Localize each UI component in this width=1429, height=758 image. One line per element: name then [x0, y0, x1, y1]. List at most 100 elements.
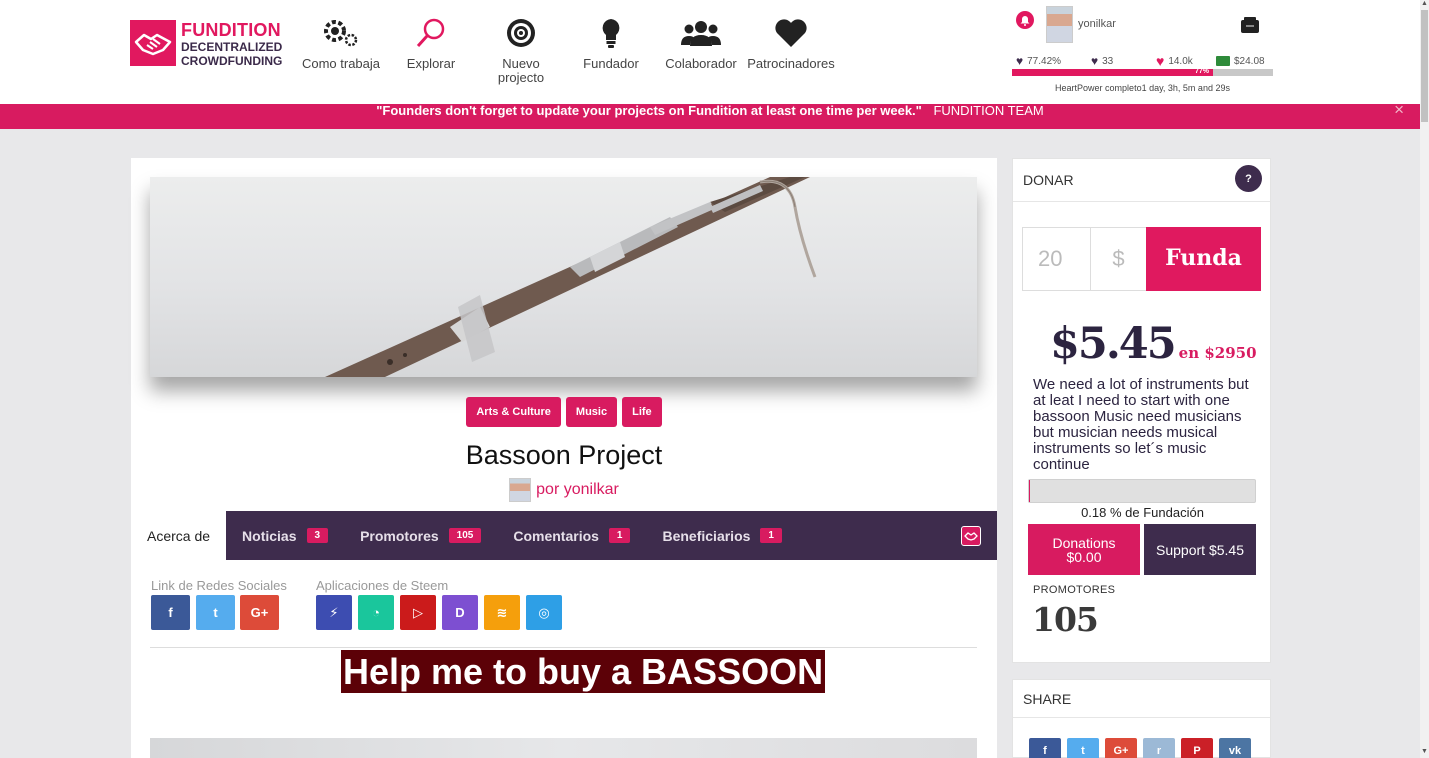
tab-label: Acerca de: [147, 527, 211, 544]
donations-amount: $0.00: [1066, 548, 1102, 565]
tab-label: Beneficiarios: [662, 527, 751, 544]
dtube-icon: ▷: [413, 604, 423, 620]
raised-value: $5.45: [1050, 319, 1177, 369]
share-facebook-button[interactable]: f: [1029, 738, 1061, 758]
scroll-down-arrow-icon[interactable]: ▼: [1420, 748, 1429, 758]
dlive-icon: D: [455, 605, 465, 620]
user-name[interactable]: yonilkar: [1078, 18, 1116, 30]
stat-value: 33: [1102, 55, 1114, 67]
nav-label: Como trabaja: [301, 56, 381, 71]
project-card: Arts & Culture Music Life Bassoon Projec…: [131, 158, 997, 758]
dtube-button[interactable]: ▷: [400, 595, 436, 630]
tag-music[interactable]: Music: [565, 397, 618, 427]
utopian-icon: ◎: [538, 604, 550, 620]
close-icon[interactable]: ×: [1394, 101, 1404, 118]
stat-hearts: ♥ 14.0k: [1156, 53, 1216, 69]
google-plus-button[interactable]: G+: [240, 595, 279, 630]
project-headline: Help me to buy a BASSOON: [341, 650, 826, 693]
scroll-up-arrow-icon[interactable]: ▲: [1420, 0, 1429, 10]
tag-arts-culture[interactable]: Arts & Culture: [466, 397, 561, 427]
tab-comentarios[interactable]: Comentarios 1: [497, 511, 646, 560]
busy-button[interactable]: ◔: [358, 595, 394, 630]
fundition-logo[interactable]: FUNDITION DECENTRALIZED CROWDFUNDING: [130, 20, 282, 68]
gears-icon: [298, 16, 384, 50]
user-panel: yonilkar ♥ 77.42% ♥ 33 ♥ 14.0k $24.08 77…: [1012, 6, 1277, 98]
author-name[interactable]: por yonilkar: [536, 481, 619, 499]
share-pinterest-button[interactable]: P: [1181, 738, 1213, 758]
tab-label: Noticias: [242, 527, 297, 544]
share-vk-button[interactable]: vk: [1219, 738, 1251, 758]
project-author[interactable]: por yonilkar: [131, 478, 997, 502]
wallet-icon[interactable]: [1240, 16, 1260, 39]
tab-count: 1: [760, 528, 782, 543]
steemit-button[interactable]: ⚡: [316, 595, 352, 630]
tab-beneficiarios[interactable]: Beneficiarios 1: [646, 511, 798, 560]
share-header: SHARE: [1013, 680, 1270, 718]
stat-followers: ♥ 33: [1091, 53, 1156, 69]
vk-icon: vk: [1228, 744, 1242, 757]
heartpower-bar: 77%: [1012, 68, 1273, 76]
support-button[interactable]: Support $5.45: [1144, 524, 1256, 575]
currency-selector[interactable]: $: [1091, 227, 1147, 291]
nav-label: Nuevo projecto: [497, 56, 545, 85]
tag-life[interactable]: Life: [622, 397, 662, 427]
nav-fundador[interactable]: Fundador: [578, 16, 644, 96]
nav-nuevo-projecto[interactable]: Nuevo projecto: [487, 16, 555, 96]
utopian-button[interactable]: ◎: [526, 595, 562, 630]
share-twitter-button[interactable]: t: [1067, 738, 1099, 758]
google-plus-icon: G+: [1113, 744, 1129, 757]
steem-apps-label: Aplicaciones de Steem: [316, 578, 449, 593]
twitter-button[interactable]: t: [196, 595, 235, 630]
nav-patrocinadores[interactable]: Patrocinadores: [745, 16, 837, 96]
tab-noticias[interactable]: Noticias 3: [226, 511, 344, 560]
tab-acerca-de[interactable]: Acerca de: [131, 511, 227, 560]
tab-label: Promotores: [360, 527, 439, 544]
project-content-image: [150, 738, 977, 758]
promoters-count: 105: [1032, 600, 1099, 639]
facebook-button[interactable]: f: [151, 595, 190, 630]
banner-message: "Founders don't forget to update your pr…: [376, 103, 922, 118]
nav-label: Patrocinadores: [747, 56, 835, 71]
facebook-icon: f: [1043, 744, 1047, 757]
share-reddit-button[interactable]: r: [1143, 738, 1175, 758]
reddit-icon: r: [1156, 744, 1162, 757]
donations-button[interactable]: Donations $0.00: [1028, 524, 1140, 575]
donation-amount-input[interactable]: 20: [1022, 227, 1091, 291]
heartpower-percent: 77%: [1194, 68, 1209, 75]
project-title: Bassoon Project: [465, 440, 663, 470]
project-tabs: Acerca de Noticias 3 Promotores 105 Come…: [131, 511, 997, 560]
help-button[interactable]: ?: [1235, 165, 1262, 192]
handshake-icon[interactable]: [961, 526, 981, 546]
tab-promotores[interactable]: Promotores 105: [344, 511, 497, 560]
lightbulb-icon: [578, 16, 644, 50]
stat-heartpower: ♥ 77.42%: [1016, 53, 1091, 69]
nav-explorar[interactable]: Explorar: [398, 16, 464, 96]
page-scrollbar[interactable]: ▲ ▼: [1420, 0, 1429, 758]
nav-label: Explorar: [406, 56, 456, 71]
heartpower-status: HeartPower completo1 day, 3h, 5m and 29s: [1055, 83, 1230, 93]
scrollbar-thumb[interactable]: [1421, 10, 1428, 122]
bell-icon[interactable]: [1016, 11, 1034, 29]
search-icon: [398, 16, 464, 50]
nav-label: Colaborador: [665, 56, 737, 71]
busy-icon: ◔: [372, 605, 380, 620]
tab-count: 1: [608, 528, 631, 543]
project-tags: Arts & Culture Music Life: [131, 397, 997, 427]
handshake-logo-icon: [130, 20, 176, 66]
stat-value: $24.08: [1234, 55, 1265, 67]
author-avatar[interactable]: [509, 478, 532, 502]
user-avatar[interactable]: [1046, 6, 1073, 43]
announcement-banner: "Founders don't forget to update your pr…: [0, 101, 1420, 129]
tab-label: Comentarios: [513, 527, 599, 544]
brand-line2: DECENTRALIZED: [181, 40, 283, 54]
nav-colaborador[interactable]: Colaborador: [661, 16, 741, 96]
tab-count: 105: [448, 528, 482, 543]
heart-icon: [745, 16, 837, 50]
dlive-button[interactable]: D: [442, 595, 478, 630]
share-google-plus-button[interactable]: G+: [1105, 738, 1137, 758]
stat-balance: $24.08: [1216, 53, 1265, 69]
funda-button[interactable]: Funda: [1146, 227, 1261, 291]
nav-como-trabaja[interactable]: Como trabaja: [298, 16, 384, 96]
heartpower-bar-fill: 77%: [1012, 68, 1213, 76]
dsound-button[interactable]: ≋: [484, 595, 520, 630]
